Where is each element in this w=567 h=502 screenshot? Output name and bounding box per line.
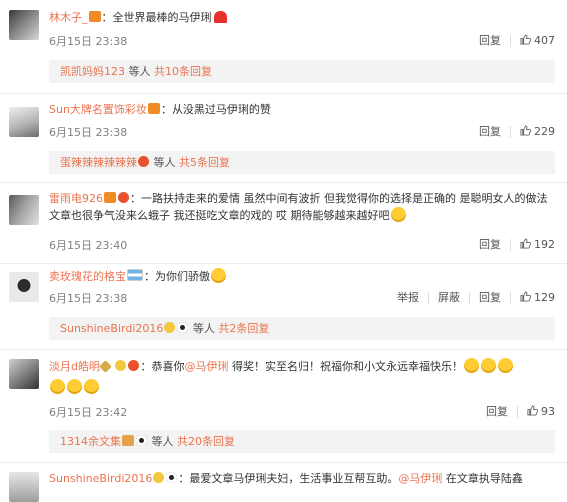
avatar[interactable] (9, 10, 39, 40)
comment-text: 从没黑过马伊琍的赞 (171, 103, 271, 116)
comment-text: 全世界最棒的马伊琍 (112, 11, 212, 24)
comment-text: 为你们骄傲 (155, 270, 210, 283)
username[interactable]: 卖玫瑰花的格宝 (49, 270, 126, 283)
comment-actions: 回复 192 (470, 238, 555, 251)
panda-badge-icon (166, 472, 178, 483)
mention-link[interactable]: @马伊琍 (184, 360, 228, 373)
comment-text: 恭喜你 (151, 360, 185, 373)
badge-icon (153, 472, 165, 483)
reply-button[interactable]: 回复 (470, 291, 511, 304)
avatar[interactable] (9, 359, 39, 389)
thumbs-up-icon (527, 405, 538, 416)
emoji-icon (390, 207, 406, 222)
like-button[interactable]: 129 (511, 291, 555, 304)
reply-summary[interactable]: 凯凯妈妈123 等人 共10条回复 (49, 60, 555, 83)
comment-item: 雷雨电926 ：一路扶持走来的爱情 虽然中间有波折 但我觉得你的选择是正确的 是聪… (0, 183, 567, 263)
thumbs-up-icon (520, 125, 531, 136)
like-count: 129 (534, 291, 555, 304)
like-count: 407 (534, 34, 555, 47)
username[interactable]: Sun大牌名置饰彩妆 (49, 103, 147, 116)
flag-badge-icon (127, 269, 143, 281)
emoji-icon (497, 358, 513, 373)
badge-icon (164, 322, 176, 333)
reply-button[interactable]: 回复 (477, 405, 518, 418)
avatar[interactable] (9, 107, 39, 137)
emoji-icon (480, 358, 496, 373)
panda-badge-icon (177, 322, 189, 333)
like-button[interactable]: 192 (511, 238, 555, 251)
reply-summary[interactable]: 1314余文集 等人 共20条回复 (49, 430, 555, 453)
mention-link[interactable]: @马伊琍 (398, 472, 442, 485)
like-count: 192 (534, 238, 555, 251)
like-button[interactable]: 93 (518, 405, 555, 418)
emoji-icon (84, 379, 99, 394)
avatar[interactable] (9, 272, 39, 302)
emoji-icon (50, 379, 65, 394)
avatar[interactable] (9, 195, 39, 225)
vip-badge-icon (104, 192, 116, 203)
comment-actions: 回复 93 (477, 405, 555, 418)
thumbs-up-icon (520, 238, 531, 249)
timestamp: 6月15日 23:42 (49, 406, 128, 419)
badge-icon (115, 360, 127, 371)
block-button[interactable]: 屏蔽 (429, 291, 470, 304)
comment-feed: 林木子_ ：全世界最棒的马伊琍 6月15日 23:38 回复 407 凯凯妈妈12… (0, 0, 567, 502)
emoji-icon (211, 268, 226, 283)
username[interactable]: 林木子_ (49, 11, 88, 24)
username[interactable]: 雷雨电926 (49, 192, 103, 205)
heart-icon (213, 11, 227, 23)
badge-icon (122, 435, 134, 446)
timestamp: 6月15日 23:40 (49, 239, 128, 252)
comment-item: SunshineBirdi2016 ：最爱文章马伊琍夫妇，生活事业互帮互助。@马伊… (0, 463, 567, 502)
vip-badge-icon (147, 103, 160, 114)
badge-icon (138, 156, 149, 167)
comment-item: 林木子_ ：全世界最棒的马伊琍 6月15日 23:38 回复 407 凯凯妈妈12… (0, 0, 567, 86)
badge-icon (128, 360, 140, 371)
reply-summary[interactable]: SunshineBirdi2016 等人 共2条回复 (49, 317, 555, 340)
timestamp: 6月15日 23:38 (49, 35, 128, 48)
reply-button[interactable]: 回复 (470, 34, 511, 47)
reply-summary[interactable]: 蛋辣辣辣辣辣辣 等人 共5条回复 (49, 151, 555, 174)
comment-actions: 回复 407 (470, 34, 555, 47)
comment-text: 最爱文章马伊琍夫妇，生活事业互帮互助。 (189, 472, 399, 485)
avatar[interactable] (9, 472, 39, 502)
thumbs-up-icon (520, 34, 531, 45)
comment-item: Sun大牌名置饰彩妆 ：从没黑过马伊琍的赞 6月15日 23:38 回复 229 … (0, 93, 567, 179)
comment-item: 卖玫瑰花的格宝 ：为你们骄傲 6月15日 23:38 举报 屏蔽 回复 129 S… (0, 264, 567, 344)
comment-actions: 回复 229 (470, 125, 555, 138)
comment-item: 淡月d皓明 ：恭喜你@马伊琍 得奖！实至名归！祝福你和小文永远幸福快乐！ 6月1… (0, 350, 567, 453)
like-button[interactable]: 229 (511, 125, 555, 138)
like-count: 93 (541, 405, 555, 418)
comment-actions: 举报 屏蔽 回复 129 (388, 291, 555, 304)
reply-button[interactable]: 回复 (470, 125, 511, 138)
username[interactable]: SunshineBirdi2016 (49, 472, 152, 485)
timestamp: 6月15日 23:38 (49, 126, 128, 139)
report-button[interactable]: 举报 (388, 291, 429, 304)
emoji-icon (67, 379, 82, 394)
username[interactable]: 淡月d皓明 (49, 360, 100, 373)
vip-badge-icon (88, 11, 101, 22)
like-count: 229 (534, 125, 555, 138)
timestamp: 6月15日 23:38 (49, 292, 128, 305)
reply-button[interactable]: 回复 (470, 238, 511, 251)
panda-badge-icon (136, 435, 147, 446)
badge-icon (99, 360, 112, 373)
thumbs-up-icon (520, 291, 531, 302)
like-button[interactable]: 407 (511, 34, 555, 47)
emoji-icon (463, 358, 479, 373)
badge-icon (118, 192, 129, 203)
